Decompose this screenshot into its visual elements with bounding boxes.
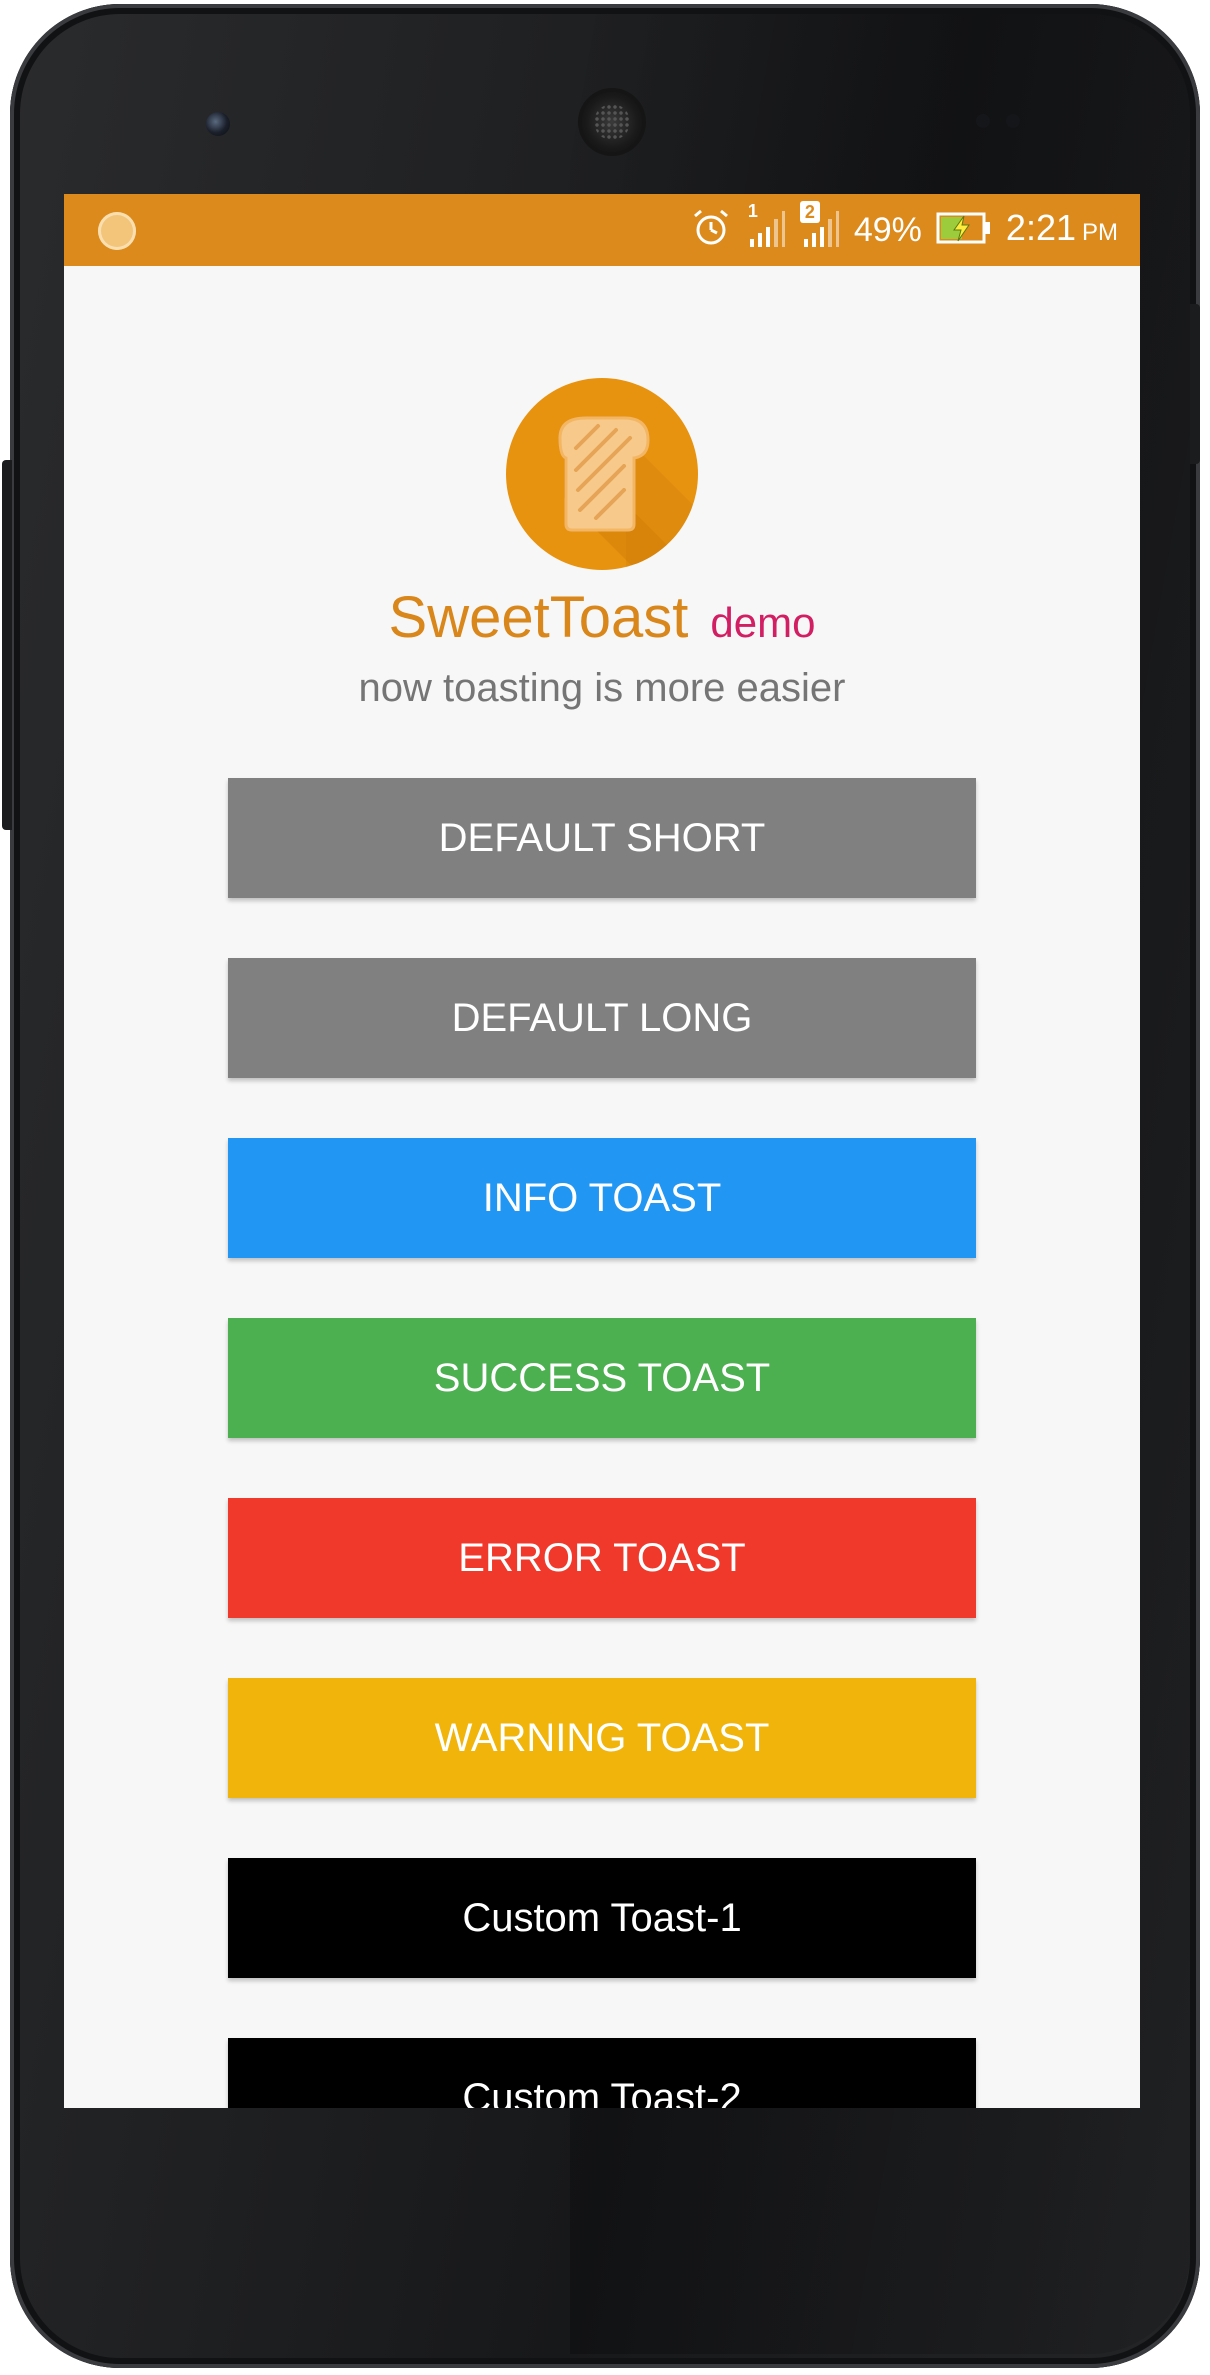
sim1-label: 1 (747, 200, 758, 221)
signal-sim2-icon: 2 (799, 200, 840, 256)
demo-label: demo (710, 599, 816, 646)
app-notification-icon (98, 212, 136, 250)
alarm-icon (690, 207, 732, 254)
success-toast-button[interactable]: SUCCESS TOAST (228, 1318, 976, 1438)
error-toast-button[interactable]: ERROR TOAST (228, 1498, 976, 1618)
warning-toast-button[interactable]: WARNING TOAST (228, 1678, 976, 1798)
status-bar: 1 2 49% 2:21 PM (64, 194, 1140, 266)
status-right-group: 1 2 49% 2:21 PM (690, 194, 1118, 266)
default-long-button[interactable]: DEFAULT LONG (228, 958, 976, 1078)
app-title: SweetToast demo (64, 584, 1140, 651)
info-toast-button[interactable]: INFO TOAST (228, 1138, 976, 1258)
clock-ampm: PM (1082, 218, 1118, 246)
volume-button (2, 460, 12, 830)
clock-time: 2:21 (1005, 206, 1076, 248)
light-sensor (1006, 114, 1020, 128)
proximity-sensor (976, 114, 990, 128)
battery-percent: 49% (853, 211, 922, 249)
app-name: SweetToast (388, 585, 689, 650)
battery-charging-icon (936, 211, 992, 250)
signal-sim1-icon: 1 (746, 201, 786, 256)
power-button (1190, 304, 1200, 464)
toast-bread-icon (506, 378, 698, 570)
earpiece-speaker (582, 92, 642, 152)
app-screen: 1 2 49% 2:21 PM SweetToast demo now toas… (64, 194, 1140, 2108)
custom-toast-1-button[interactable]: Custom Toast-1 (228, 1858, 976, 1978)
default-short-button[interactable]: DEFAULT SHORT (228, 778, 976, 898)
sim2-label: 2 (799, 200, 820, 223)
clock: 2:21 PM (1006, 194, 1118, 269)
custom-toast-2-button[interactable]: Custom Toast-2 (228, 2038, 976, 2108)
subtitle: now toasting is more easier (358, 666, 846, 710)
front-camera (206, 112, 230, 136)
